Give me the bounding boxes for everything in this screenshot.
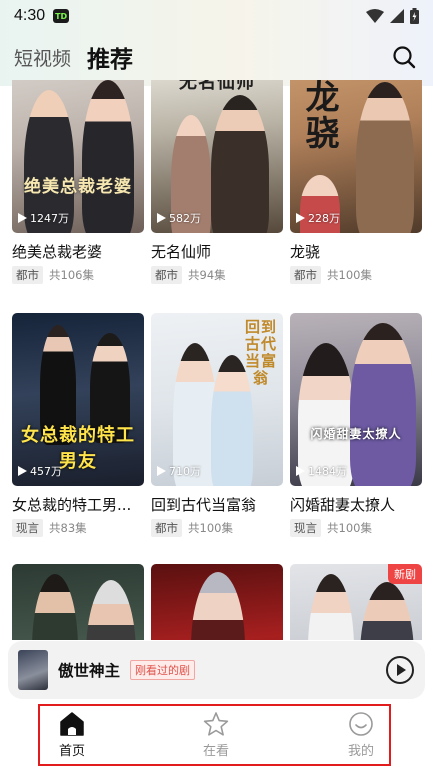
play-icon [296,213,305,223]
genre-tag: 都市 [12,266,43,284]
genre-tag: 现言 [12,519,43,537]
drama-title[interactable]: 无名仙师 [151,241,283,262]
play-count: 582万 [157,210,201,226]
drama-meta: 都市 共94集 [151,266,283,284]
drama-meta: 都市 共100集 [151,519,283,537]
play-count: 228万 [296,210,340,226]
smiley-icon [349,712,373,736]
genre-tag: 都市 [290,266,321,284]
play-count: 710万 [157,463,201,479]
poster-art-title: 无名仙师 [179,80,255,93]
episode-count: 共100集 [188,521,233,535]
episode-count: 共94集 [188,268,226,282]
drama-meta: 都市 共100集 [290,266,422,284]
drama-title[interactable]: 闪婚甜妻太撩人 [290,494,422,515]
drama-poster[interactable] [151,564,283,640]
search-icon [393,46,416,69]
nav-mine-label: 我的 [347,744,374,759]
battery-icon [410,8,419,24]
drama-card[interactable]: 绝美总裁老婆 1247万 绝美总裁老婆 都市 共106集 [12,80,144,284]
play-circle-icon[interactable] [385,655,415,685]
drama-card[interactable] [12,564,144,640]
drama-card[interactable]: 女总裁的特工男友 457万 女总裁的特工男... 现言 共83集 [12,313,144,537]
drama-poster[interactable]: 绝美总裁老婆 1247万 [12,80,144,233]
status-bar: 4:30 TD [0,0,433,32]
play-count-value: 710万 [169,465,201,478]
bottom-navigation: 首页 在看 我的 [0,699,433,770]
drama-title[interactable]: 回到古代当富翁 [151,494,283,515]
play-icon [18,466,27,476]
search-button[interactable] [389,42,419,72]
tab-short-video[interactable]: 短视频 [14,44,71,71]
play-icon [296,466,305,476]
recently-watched-bar[interactable]: 傲世神主 刚看过的剧 [8,641,425,699]
play-count-value: 457万 [30,465,62,478]
play-count: 1484万 [296,463,347,479]
drama-title[interactable]: 绝美总裁老婆 [12,241,144,262]
nav-watching-label: 在看 [202,744,229,759]
poster-art-title: 绝美总裁老婆 [24,177,132,197]
poster-art-title: 龙骁 [305,80,341,154]
poster-art-title: 回到古代当富翁 [244,318,277,387]
app-notification-icon: TD [53,9,70,23]
drama-poster[interactable]: 回到古代当富翁 710万 [151,313,283,486]
genre-tag: 都市 [151,519,182,537]
drama-card[interactable]: 回到古代当富翁 710万 回到古代当富翁 都市 共100集 [151,313,283,537]
play-count: 457万 [18,463,62,479]
drama-title[interactable]: 龙骁 [290,241,422,262]
play-count-value: 1484万 [308,465,347,478]
episode-count: 共106集 [49,268,94,282]
drama-poster[interactable]: 新剧 [290,564,422,640]
top-tab-bar: 短视频 推荐 [0,34,433,80]
drama-poster[interactable]: 龙骁 228万 [290,80,422,233]
play-count: 1247万 [18,210,69,226]
play-count-value: 1247万 [30,212,69,225]
drama-card[interactable]: 无名仙师 582万 无名仙师 都市 共94集 [151,80,283,284]
poster-art-title: 闪婚甜妻太撩人 [310,427,402,441]
play-count-value: 582万 [169,212,201,225]
recent-drama-thumbnail[interactable] [18,650,48,690]
recent-drama-title[interactable]: 傲世神主 [58,659,120,681]
star-icon [203,712,229,736]
drama-poster[interactable] [12,564,144,640]
status-time: 4:30 [14,7,46,24]
play-icon [18,213,27,223]
play-icon [157,213,166,223]
home-icon [60,712,84,736]
drama-meta: 现言 共100集 [290,519,422,537]
drama-poster[interactable]: 无名仙师 582万 [151,80,283,233]
drama-poster[interactable]: 女总裁的特工男友 457万 [12,313,144,486]
play-count-value: 228万 [308,212,340,225]
nav-home[interactable]: 首页 [42,711,102,759]
drama-poster[interactable]: 闪婚甜妻太撩人 1484万 [290,313,422,486]
drama-meta: 现言 共83集 [12,519,144,537]
episode-count: 共100集 [327,268,372,282]
signal-icon [390,9,404,23]
episode-count: 共83集 [49,521,87,535]
drama-card[interactable]: 龙骁 228万 龙骁 都市 共100集 [290,80,422,284]
tab-recommend[interactable]: 推荐 [87,40,133,74]
drama-card[interactable]: 闪婚甜妻太撩人 1484万 闪婚甜妻太撩人 现言 共100集 [290,313,422,537]
nav-mine[interactable]: 我的 [331,711,391,759]
wifi-icon [366,9,384,23]
play-icon [157,466,166,476]
drama-card[interactable] [151,564,283,640]
drama-title[interactable]: 女总裁的特工男... [12,494,144,515]
recently-watched-tag: 刚看过的剧 [130,660,196,680]
drama-meta: 都市 共106集 [12,266,144,284]
genre-tag: 都市 [151,266,182,284]
drama-grid: 绝美总裁老婆 1247万 绝美总裁老婆 都市 共106集 无名仙师 582万 无… [0,80,433,640]
drama-card[interactable]: 新剧 [290,564,422,640]
genre-tag: 现言 [290,519,321,537]
nav-home-label: 首页 [58,744,85,759]
episode-count: 共100集 [327,521,372,535]
new-badge: 新剧 [388,564,422,584]
nav-watching[interactable]: 在看 [186,711,246,759]
